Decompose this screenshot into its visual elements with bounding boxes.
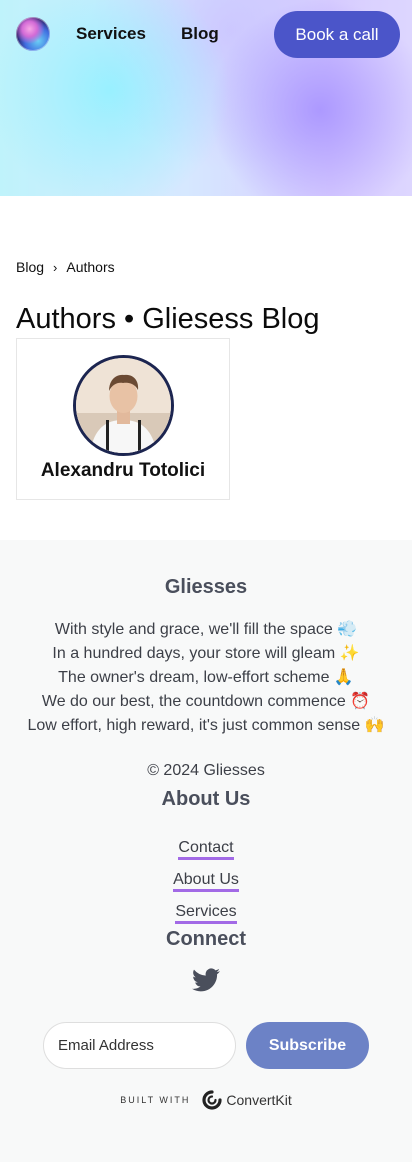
about-us-heading: About Us xyxy=(161,788,251,810)
built-with-convertkit[interactable]: BUILT WITH ConvertKit xyxy=(0,1090,412,1110)
built-with-label: BUILT WITH xyxy=(120,1095,191,1105)
hero-header: Services Blog Book a call xyxy=(0,0,412,196)
site-logo[interactable] xyxy=(16,17,50,51)
breadcrumb-separator-icon: › xyxy=(53,259,58,275)
convertkit-label: ConvertKit xyxy=(226,1092,292,1108)
breadcrumb-blog-link[interactable]: Blog xyxy=(16,259,44,275)
footer-link-contact[interactable]: Contact xyxy=(178,839,234,860)
poem-line: In a hundred days, your store will gleam… xyxy=(52,645,360,662)
author-avatar xyxy=(73,355,174,456)
author-name[interactable]: Alexandru Totolici xyxy=(17,460,229,482)
subscribe-button[interactable]: Subscribe xyxy=(246,1022,369,1069)
breadcrumb-current: Authors xyxy=(66,259,115,275)
footer-link-services[interactable]: Services xyxy=(175,903,237,924)
footer: Gliesses With style and grace, we'll fil… xyxy=(0,540,412,1162)
footer-link-about-us[interactable]: About Us xyxy=(173,871,239,892)
connect-heading: Connect xyxy=(166,928,246,950)
author-card[interactable]: Alexandru Totolici xyxy=(16,338,230,500)
poem-line: With style and grace, we'll fill the spa… xyxy=(54,621,358,638)
footer-poem: With style and grace, we'll fill the spa… xyxy=(0,618,412,738)
nav-services-link[interactable]: Services xyxy=(76,24,146,44)
email-input[interactable] xyxy=(43,1022,236,1069)
copyright-text: © 2024 Gliesses xyxy=(147,762,265,779)
author-photo xyxy=(76,358,171,453)
breadcrumb: Blog › Authors xyxy=(16,259,115,275)
footer-brand: Gliesses xyxy=(164,576,248,598)
poem-line: We do our best, the countdown commence ⏰ xyxy=(41,693,371,710)
book-call-button[interactable]: Book a call xyxy=(274,11,400,58)
poem-line: The owner's dream, low-effort scheme 🙏 xyxy=(58,669,354,686)
convertkit-logo-icon xyxy=(202,1090,223,1110)
page-title: Authors • Gliesess Blog xyxy=(16,303,320,335)
nav-blog-link[interactable]: Blog xyxy=(181,24,219,44)
poem-line: Low effort, high reward, it's just commo… xyxy=(27,717,385,734)
twitter-icon[interactable] xyxy=(192,968,220,992)
